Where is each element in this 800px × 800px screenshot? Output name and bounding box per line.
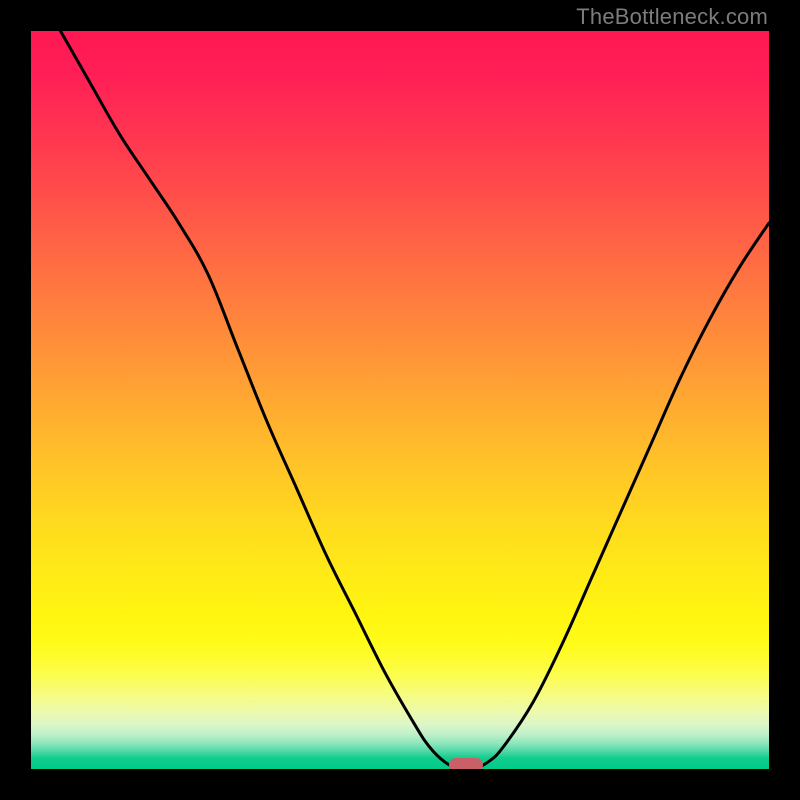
curve-svg bbox=[31, 31, 769, 769]
plot-area bbox=[31, 31, 769, 769]
chart-frame: TheBottleneck.com bbox=[0, 0, 800, 800]
optimal-marker bbox=[449, 758, 483, 769]
watermark-text: TheBottleneck.com bbox=[576, 4, 768, 30]
bottleneck-curve bbox=[61, 31, 770, 769]
